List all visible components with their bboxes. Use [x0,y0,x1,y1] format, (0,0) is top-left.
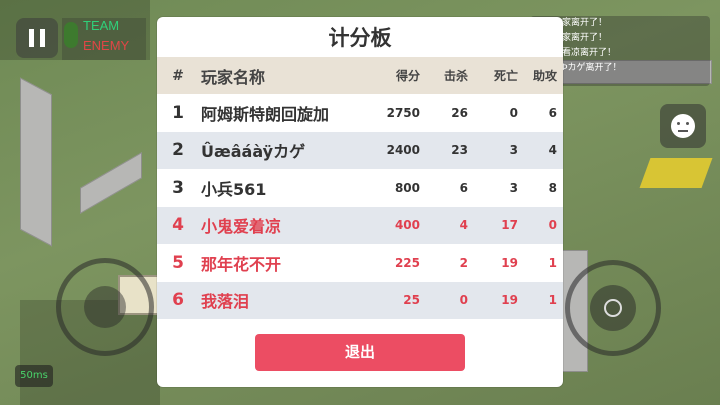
ping-indicator: 50ms [15,365,53,387]
scoreboard-header: # 玩家名称 得分 击杀 死亡 助攻 [157,57,563,94]
player-row: 2 Ûæâáàÿカゲ 2400 23 3 4 [157,131,563,169]
score: 2750 [386,105,420,120]
deaths-header: 死亡 [493,69,518,83]
crosshair-icon [604,299,622,317]
score: 2400 [386,143,420,158]
scoreboard-title: 计分板 [328,26,392,50]
enemy-label: ENEMY [83,38,130,53]
assists: 8 [548,180,557,195]
player-name: 小鬼爱着凉 [201,217,282,237]
player-row: 4 小鬼爱着凉 400 4 17 0 [157,206,563,244]
scoreboard-panel: 计分板 # 玩家名称 得分 击杀 死亡 助攻 1 阿姆斯特朗回旋加 2750 2… [157,17,563,387]
exit-button[interactable]: 退出 [255,334,465,371]
kills: 0 [459,293,468,308]
rank: 4 [172,215,184,236]
kills-header: 击杀 [443,69,468,83]
score-header: 得分 [395,69,420,83]
deaths: 17 [501,218,518,233]
deaths: 3 [509,180,518,195]
player-row: 3 小兵561 800 6 3 8 [157,169,563,207]
kills: 4 [459,218,468,233]
player-name: 阿姆斯特朗回旋加 [201,104,330,124]
fire-button[interactable] [590,285,636,331]
kills: 6 [459,180,468,195]
assists: 4 [548,143,557,158]
move-joystick-knob[interactable] [84,286,126,328]
kills: 26 [451,105,468,120]
deaths: 3 [509,143,518,158]
rank: 3 [172,177,184,198]
rank: 5 [172,252,184,273]
player-row: 6 我落泪 25 0 19 1 [157,281,563,319]
deaths: 0 [509,105,518,120]
team-icon [64,22,78,48]
wall [20,77,52,247]
player-row: 5 那年花不开 225 2 19 1 [157,244,563,282]
rank: 1 [172,102,184,123]
score: 800 [394,180,420,195]
player-name: 小兵561 [201,179,267,199]
assists: 6 [548,105,557,120]
assists-header: 助攻 [532,69,557,83]
kills: 23 [451,143,468,158]
player-name: 我落泪 [201,292,250,312]
emote-button[interactable] [660,104,706,148]
player-row: 1 阿姆斯特朗回旋加 2750 26 0 6 [157,94,563,132]
player-name: Ûæâáàÿカゲ [201,142,306,162]
kills: 2 [459,255,468,270]
rank: 6 [172,290,184,311]
player-name: 那年花不开 [201,254,282,274]
yellow-crate [639,158,713,188]
deaths: 19 [501,255,518,270]
name-header: 玩家名称 [201,67,266,87]
score: 25 [403,293,420,308]
pause-icon [29,29,45,47]
score: 400 [394,218,420,233]
face-icon [671,114,695,138]
rank-header: # [172,67,184,84]
score: 225 [394,255,420,270]
rank: 2 [172,140,184,161]
pause-button[interactable] [16,18,58,58]
deaths: 19 [501,293,518,308]
assists: 1 [548,255,557,270]
assists: 0 [548,218,557,233]
team-label: TEAM [83,18,120,33]
assists: 1 [548,293,557,308]
